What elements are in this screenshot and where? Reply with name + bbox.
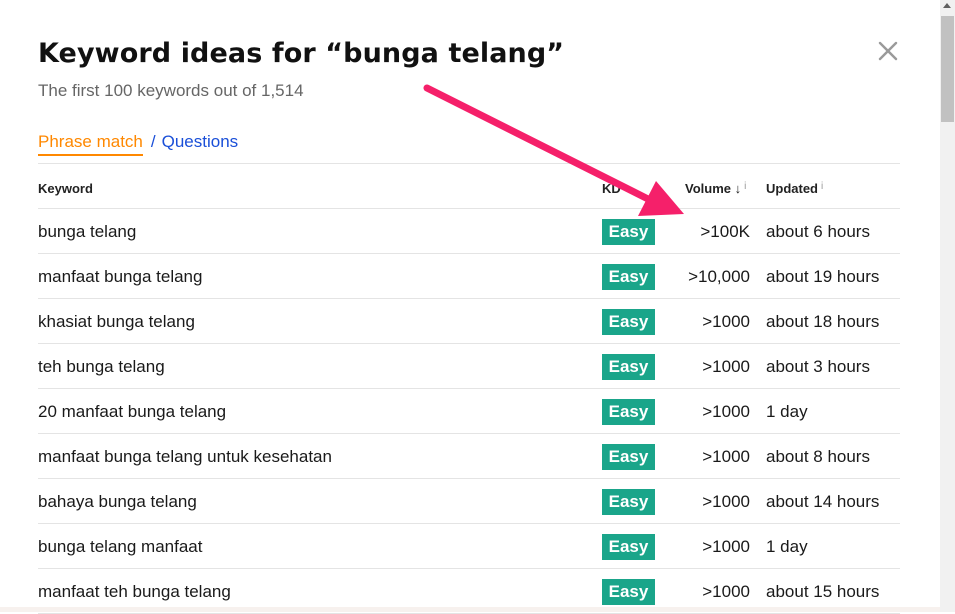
scroll-up-arrow-icon[interactable]: [943, 3, 951, 8]
keyword-link[interactable]: bunga telang: [38, 222, 136, 242]
close-icon[interactable]: [875, 38, 901, 64]
modal-title: Keyword ideas for “bunga telang”: [38, 38, 565, 69]
volume-info-icon[interactable]: i: [744, 181, 746, 192]
table-row[interactable]: khasiat bunga telang Easy >1000 about 18 ho…: [38, 299, 900, 344]
keyword-link[interactable]: teh bunga telang: [38, 357, 165, 377]
keyword-link[interactable]: manfaat bunga telang untuk kesehatan: [38, 447, 332, 467]
kd-badge: Easy: [602, 219, 655, 245]
volume-value: >1000: [702, 492, 750, 511]
keyword-ideas-modal: Keyword ideas for “bunga telang” The fir…: [0, 0, 940, 614]
volume-value: >10,000: [688, 267, 750, 286]
table-body: bunga telang Easy >100K about 6 hours manfaa…: [38, 209, 900, 614]
updated-value: about 3 hours: [766, 357, 870, 376]
kd-badge: Easy: [602, 579, 655, 605]
table-row[interactable]: bunga telang manfaat Easy >1000 1 day: [38, 524, 900, 569]
keyword-link[interactable]: bahaya bunga telang: [38, 492, 197, 512]
volume-value: >1000: [702, 357, 750, 376]
keyword-link[interactable]: bunga telang manfaat: [38, 537, 202, 557]
updated-value: about 6 hours: [766, 222, 870, 241]
volume-value: >1000: [702, 312, 750, 331]
tab-separator: /: [150, 132, 156, 151]
kd-badge: Easy: [602, 264, 655, 290]
modal-subtitle: The first 100 keywords out of 1,514: [38, 81, 304, 100]
updated-value: about 19 hours: [766, 267, 880, 286]
header-keyword[interactable]: Keyword: [38, 181, 93, 196]
keyword-link[interactable]: manfaat teh bunga telang: [38, 582, 231, 602]
volume-value: >1000: [702, 582, 750, 601]
table-row[interactable]: manfaat bunga telang Easy >10,000 about 19 …: [38, 254, 900, 299]
table-row[interactable]: bahaya bunga telang Easy >1000 about 14 hou…: [38, 479, 900, 524]
updated-value: 1 day: [766, 537, 808, 556]
header-volume-label: Volume: [685, 181, 731, 196]
tab-questions[interactable]: Questions: [162, 132, 239, 151]
kd-badge: Easy: [602, 444, 655, 470]
table-row[interactable]: manfaat bunga telang untuk kesehatan Easy…: [38, 434, 900, 479]
kd-badge: Easy: [602, 309, 655, 335]
table-row[interactable]: 20 manfaat bunga telang Easy >1000 1 day: [38, 389, 900, 434]
header-updated[interactable]: Updated i: [766, 181, 823, 196]
match-tabs: Phrase match / Questions: [38, 132, 239, 156]
volume-value: >1000: [702, 447, 750, 466]
volume-value: >1000: [702, 537, 750, 556]
kd-badge: Easy: [602, 534, 655, 560]
header-kd[interactable]: KD: [602, 181, 621, 196]
header-volume[interactable]: Volume ↓ i: [685, 181, 746, 196]
table-header: Keyword KD Volume ↓ i Updated i: [38, 164, 900, 209]
tab-phrase-match[interactable]: Phrase match: [38, 132, 143, 156]
keyword-table: Keyword KD Volume ↓ i Updated i bunga tela…: [38, 163, 900, 614]
keyword-link[interactable]: khasiat bunga telang: [38, 312, 195, 332]
table-row[interactable]: teh bunga telang Easy >1000 about 3 hours: [38, 344, 900, 389]
sort-down-icon: ↓: [734, 181, 742, 196]
volume-value: >1000: [702, 402, 750, 421]
kd-badge: Easy: [602, 399, 655, 425]
keyword-link[interactable]: 20 manfaat bunga telang: [38, 402, 226, 422]
updated-value: about 8 hours: [766, 447, 870, 466]
kd-badge: Easy: [602, 489, 655, 515]
updated-value: 1 day: [766, 402, 808, 421]
volume-value: >100K: [700, 222, 750, 241]
keyword-link[interactable]: manfaat bunga telang: [38, 267, 202, 287]
table-row[interactable]: bunga telang Easy >100K about 6 hours: [38, 209, 900, 254]
updated-info-icon[interactable]: i: [821, 181, 823, 192]
kd-badge: Easy: [602, 354, 655, 380]
header-updated-label: Updated: [766, 181, 818, 196]
modal-bottom-edge: [0, 607, 940, 612]
updated-value: about 18 hours: [766, 312, 880, 331]
updated-value: about 14 hours: [766, 492, 880, 511]
updated-value: about 15 hours: [766, 582, 880, 601]
scrollbar-thumb[interactable]: [941, 16, 954, 122]
